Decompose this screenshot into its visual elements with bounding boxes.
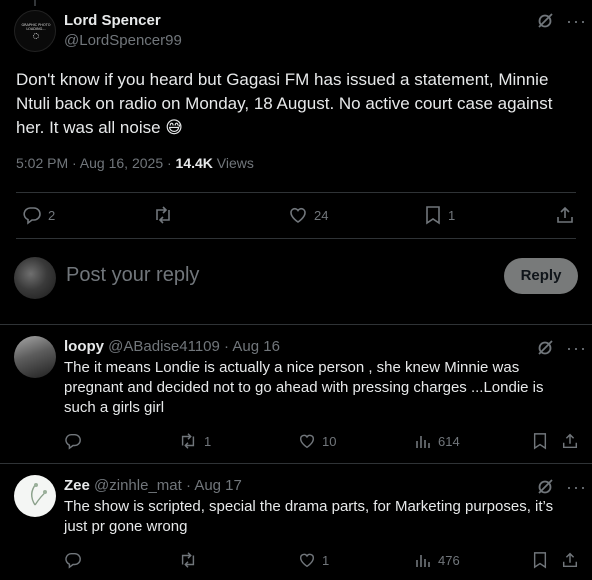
reply-author-name[interactable]: loopy <box>64 338 104 355</box>
share-icon <box>557 206 573 223</box>
reply-count: 2 <box>48 207 56 223</box>
bookmark-count: 1 <box>448 207 456 223</box>
thread-connector-line <box>34 0 36 6</box>
share-icon <box>562 433 578 449</box>
reply-text: The it means Londie is actually a nice p… <box>64 359 544 416</box>
grok-icon[interactable] <box>536 478 554 496</box>
plant-icon <box>31 483 47 506</box>
reply-icon <box>65 552 81 569</box>
repost-icon <box>181 552 195 568</box>
reply-date[interactable]: · Aug 17 <box>182 477 242 494</box>
views-icon <box>416 555 430 567</box>
reply-button[interactable]: Reply <box>504 258 578 294</box>
reply-input[interactable]: Post your reply <box>66 264 199 287</box>
author-handle[interactable]: @LordSpencer99 <box>64 32 182 49</box>
loading-icon <box>33 33 39 39</box>
reply-header: loopy @ABadise41109 · Aug 16 <box>64 338 280 355</box>
reply-icon <box>65 433 81 450</box>
repost-count: 1 <box>204 433 212 449</box>
more-icon[interactable]: ··· <box>566 339 587 357</box>
share-action[interactable] <box>555 205 575 225</box>
divider <box>16 238 576 239</box>
author-avatar[interactable]: GRAPHIC PHOTO LOADING... <box>14 10 56 52</box>
avatar[interactable] <box>14 336 56 378</box>
avatar-caption: GRAPHIC PHOTO LOADING... <box>21 23 51 31</box>
reply-action[interactable]: 2 <box>22 205 55 225</box>
reply-text: The show is scripted, special the drama … <box>64 498 554 535</box>
like-action[interactable]: 10 <box>298 432 336 450</box>
grok-icon[interactable] <box>536 339 554 357</box>
bookmark-action[interactable]: 1 <box>424 205 455 225</box>
reply-author-handle[interactable]: @zinhle_mat <box>94 477 182 494</box>
reply-action[interactable] <box>64 432 88 450</box>
bookmark-icon <box>533 552 547 569</box>
like-action[interactable]: 1 <box>298 551 329 569</box>
repost-icon <box>156 206 170 224</box>
like-count: 1 <box>322 552 330 568</box>
repost-icon <box>181 433 195 449</box>
my-avatar[interactable] <box>14 257 56 299</box>
tweet-timestamp[interactable]: 5:02 PM · Aug 16, 2025 · <box>16 155 176 171</box>
divider <box>0 324 592 325</box>
bookmark-icon <box>533 433 547 450</box>
tweet-meta: 5:02 PM · Aug 16, 2025 · 14.4K Views <box>16 155 254 171</box>
views-action[interactable]: 614 <box>414 432 460 450</box>
reply-top-actions: ··· <box>536 339 587 357</box>
share-icon <box>562 552 578 568</box>
reply-top-actions: ··· <box>536 478 587 496</box>
grok-icon[interactable] <box>536 12 554 30</box>
heart-icon <box>299 434 315 449</box>
reply-header: Zee @zinhle_mat · Aug 17 <box>64 477 242 494</box>
reply-date[interactable]: · Aug 16 <box>220 338 280 355</box>
tweet-body: Don't know if you heard but Gagasi FM ha… <box>16 70 553 137</box>
avatar[interactable] <box>14 475 56 517</box>
repost-action[interactable] <box>152 205 180 225</box>
share-action[interactable] <box>561 551 579 569</box>
bookmark-action[interactable] <box>532 551 548 569</box>
divider <box>0 463 592 464</box>
more-icon[interactable]: ··· <box>566 12 587 30</box>
tweet-top-actions: ··· <box>536 12 587 30</box>
like-count: 24 <box>314 207 329 223</box>
view-count: 476 <box>438 552 460 568</box>
reply-author-handle[interactable]: @ABadise41109 <box>108 338 220 355</box>
reply-author-name[interactable]: Zee <box>64 477 90 494</box>
views-count: 14.4K <box>175 155 213 171</box>
author-name[interactable]: Lord Spencer <box>64 12 161 29</box>
share-action[interactable] <box>561 432 579 450</box>
bookmark-action[interactable] <box>532 432 548 450</box>
like-action[interactable]: 24 <box>288 205 328 225</box>
views-label: Views <box>212 155 254 171</box>
heart-icon <box>290 207 306 223</box>
more-icon[interactable]: ··· <box>566 478 587 496</box>
reply-icon <box>23 207 41 225</box>
views-icon <box>416 436 430 448</box>
repost-action[interactable]: 1 <box>178 432 211 450</box>
reply-action[interactable] <box>64 551 88 569</box>
heart-icon <box>299 553 315 568</box>
views-action[interactable]: 476 <box>414 551 460 569</box>
divider <box>16 192 576 193</box>
view-count: 614 <box>438 433 460 449</box>
repost-action[interactable] <box>178 551 204 569</box>
like-count: 10 <box>322 433 337 449</box>
bookmark-icon <box>426 206 440 225</box>
